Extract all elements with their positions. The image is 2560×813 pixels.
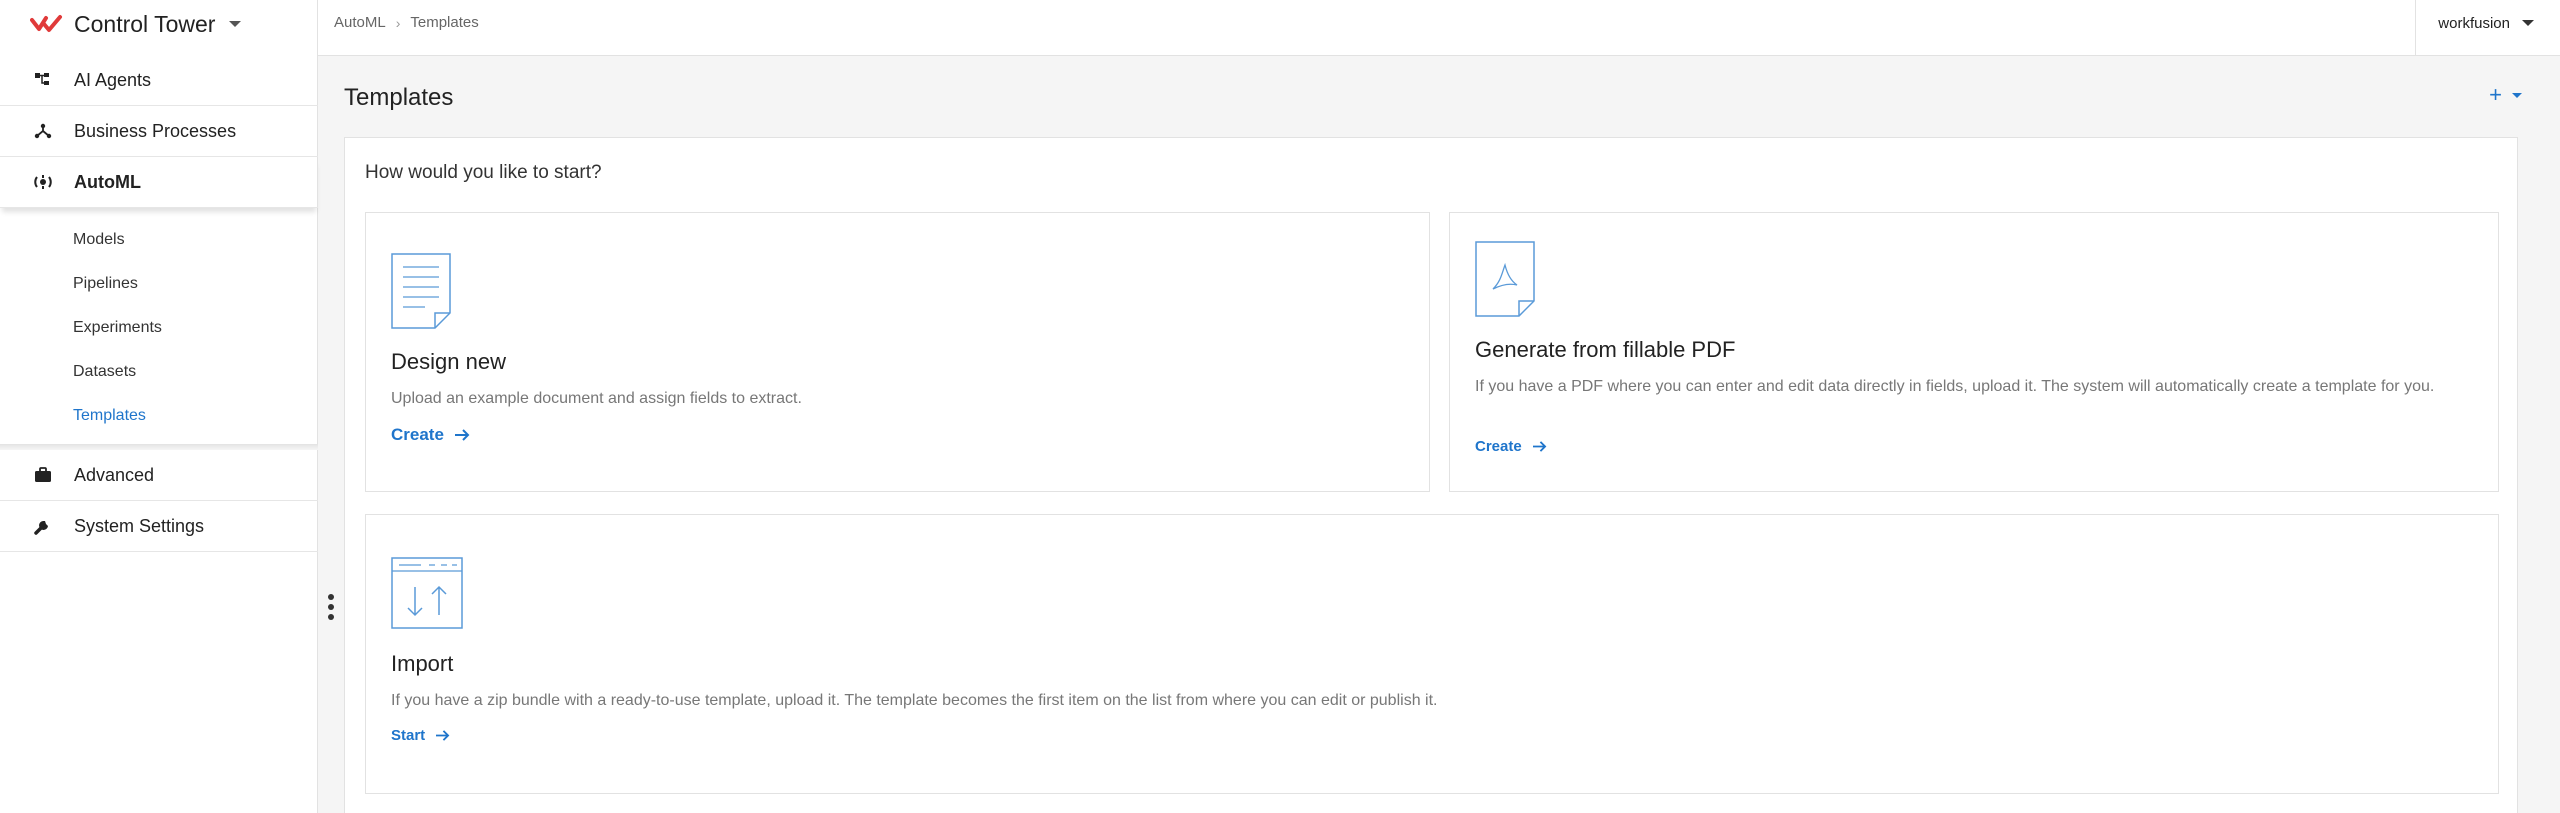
app-switcher[interactable]: Control Tower — [0, 0, 318, 48]
sidebar-item-ai-agents[interactable]: AI Agents — [0, 55, 318, 106]
chevron-down-icon — [2512, 92, 2522, 98]
top-bar: AutoML › Templates workfusion — [318, 0, 2560, 56]
breadcrumb-parent[interactable]: AutoML — [334, 14, 386, 31]
subnav-item-models[interactable]: Models — [0, 218, 318, 262]
page-title: Templates — [344, 84, 454, 111]
card-title: Generate from fillable PDF — [1475, 337, 1736, 362]
pdf-icon — [1475, 241, 1535, 317]
user-name: workfusion — [2438, 15, 2510, 32]
add-template-button[interactable]: + — [2489, 82, 2522, 107]
sidebar-item-advanced[interactable]: Advanced — [0, 450, 318, 501]
dot-icon — [328, 604, 334, 610]
briefcase-icon — [32, 464, 54, 486]
sidebar-item-automl[interactable]: AutoML — [0, 157, 318, 208]
card-description: Upload an example document and assign fi… — [391, 390, 802, 407]
automl-subnav: Models Pipelines Experiments Datasets Te… — [0, 208, 318, 444]
card-description: If you have a PDF where you can enter an… — [1475, 378, 2435, 395]
sidebar: Control Tower AI Agents Business Process… — [0, 0, 318, 813]
start-link[interactable]: Start — [391, 727, 450, 744]
subnav-item-experiments[interactable]: Experiments — [0, 306, 318, 350]
link-label: Create — [1475, 438, 1522, 455]
logo-icon — [30, 15, 62, 32]
hierarchy-icon — [32, 69, 54, 91]
dot-icon — [328, 614, 334, 620]
subnav-item-datasets[interactable]: Datasets — [0, 350, 318, 394]
import-icon — [391, 557, 463, 629]
arrow-right-icon — [1532, 441, 1547, 452]
generate-from-pdf-card: Generate from fillable PDF If you have a… — [1449, 212, 2499, 492]
sidebar-item-system-settings[interactable]: System Settings — [0, 501, 318, 552]
breadcrumb-current: Templates — [410, 14, 479, 31]
arrow-right-icon — [454, 429, 470, 441]
start-question: How would you like to start? — [365, 162, 602, 183]
wrench-icon — [32, 515, 54, 537]
process-branch-icon — [32, 120, 54, 142]
templates-panel: How would you like to start? Design new … — [344, 137, 2518, 813]
sidebar-item-label: AutoML — [74, 171, 141, 192]
card-title: Design new — [391, 349, 506, 374]
sidebar-item-label: Business Processes — [74, 120, 237, 141]
import-card: Import If you have a zip bundle with a r… — [365, 514, 2499, 794]
dot-icon — [328, 594, 334, 600]
sidebar-item-label: System Settings — [74, 515, 205, 536]
chevron-right-icon: › — [395, 14, 401, 31]
sidebar-nav: AI Agents Business Processes AutoML Mode… — [0, 55, 318, 552]
sidebar-item-label: Advanced — [74, 464, 155, 485]
card-description: If you have a zip bundle with a ready-to… — [391, 692, 1438, 709]
document-icon — [391, 253, 451, 329]
card-title: Import — [391, 651, 454, 676]
sidebar-item-label: AI Agents — [74, 69, 152, 90]
create-link[interactable]: Create — [1475, 438, 1547, 455]
link-label: Start — [391, 727, 426, 744]
app-name: Control Tower — [74, 10, 216, 37]
breadcrumb: AutoML › Templates — [334, 14, 479, 31]
user-menu[interactable]: workfusion — [2415, 0, 2560, 56]
subnav-item-pipelines[interactable]: Pipelines — [0, 262, 318, 306]
link-label: Create — [391, 425, 444, 444]
automl-gear-icon — [32, 171, 54, 193]
sidebar-item-business-processes[interactable]: Business Processes — [0, 106, 318, 157]
subnav-item-templates[interactable]: Templates — [0, 394, 318, 438]
chevron-down-icon[interactable] — [229, 21, 242, 27]
design-new-card: Design new Upload an example document an… — [365, 212, 1430, 492]
sidebar-collapse-handle[interactable] — [318, 585, 344, 629]
chevron-down-icon — [2522, 20, 2534, 26]
arrow-right-icon — [436, 730, 450, 741]
plus-icon: + — [2489, 82, 2502, 107]
create-link[interactable]: Create — [391, 425, 470, 445]
